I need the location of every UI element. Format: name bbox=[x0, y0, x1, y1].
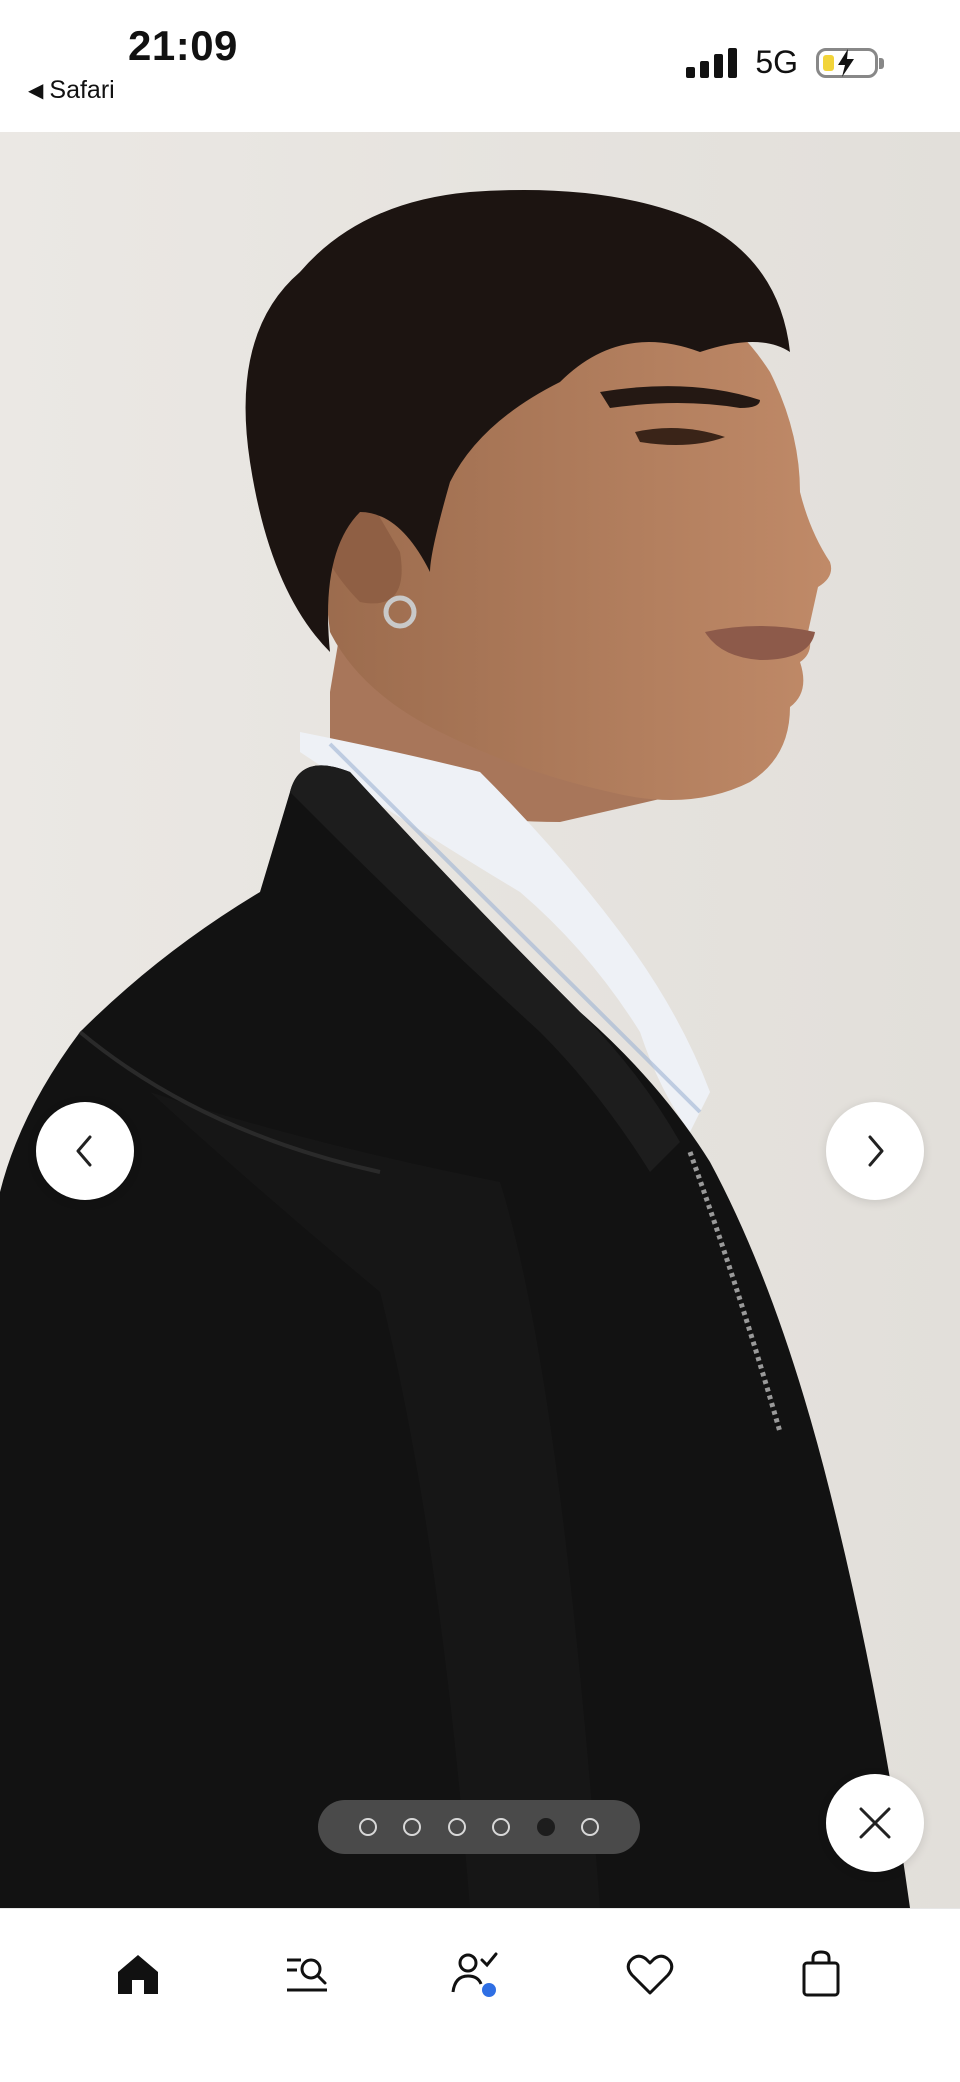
bottom-tab-bar bbox=[0, 1908, 960, 2082]
back-to-safari-link[interactable]: ◀ Safari bbox=[28, 76, 115, 105]
status-bar: 21:09 ◀ Safari 5G bbox=[0, 0, 960, 132]
image-pagination-dots bbox=[318, 1800, 640, 1854]
tab-wishlist[interactable] bbox=[615, 1939, 685, 2009]
product-image-viewer[interactable] bbox=[0, 132, 960, 1908]
pagination-dot[interactable] bbox=[492, 1818, 511, 1836]
status-time: 21:09 bbox=[128, 22, 238, 69]
close-icon bbox=[859, 1807, 891, 1839]
back-label: Safari bbox=[49, 76, 115, 104]
pagination-dot[interactable] bbox=[581, 1818, 600, 1836]
home-icon bbox=[118, 1955, 158, 1994]
account-check-icon bbox=[451, 1952, 498, 1997]
network-type: 5G bbox=[755, 44, 798, 80]
notification-badge bbox=[482, 1983, 496, 1997]
tab-account[interactable] bbox=[441, 1939, 511, 2009]
status-indicators: 5G bbox=[686, 44, 884, 81]
signal-bars-icon bbox=[686, 47, 738, 78]
bag-icon bbox=[802, 1950, 840, 1997]
back-triangle-icon: ◀ bbox=[28, 80, 44, 102]
battery-charging-icon bbox=[816, 47, 884, 78]
tab-home[interactable] bbox=[103, 1939, 173, 2009]
pagination-dot[interactable] bbox=[358, 1818, 377, 1836]
pagination-dot[interactable] bbox=[447, 1818, 466, 1836]
next-image-button[interactable] bbox=[826, 1102, 924, 1200]
tab-search[interactable] bbox=[272, 1939, 342, 2009]
previous-image-button[interactable] bbox=[36, 1102, 134, 1200]
product-photo bbox=[0, 132, 960, 1908]
close-viewer-button[interactable] bbox=[826, 1774, 924, 1872]
search-list-icon bbox=[287, 1958, 327, 1992]
pagination-dot[interactable] bbox=[403, 1818, 422, 1836]
pagination-dot-active[interactable] bbox=[536, 1818, 555, 1836]
heart-icon bbox=[626, 1954, 674, 1995]
tab-bag[interactable] bbox=[786, 1939, 856, 2009]
chevron-left-icon bbox=[76, 1135, 92, 1167]
chevron-right-icon bbox=[868, 1135, 884, 1167]
